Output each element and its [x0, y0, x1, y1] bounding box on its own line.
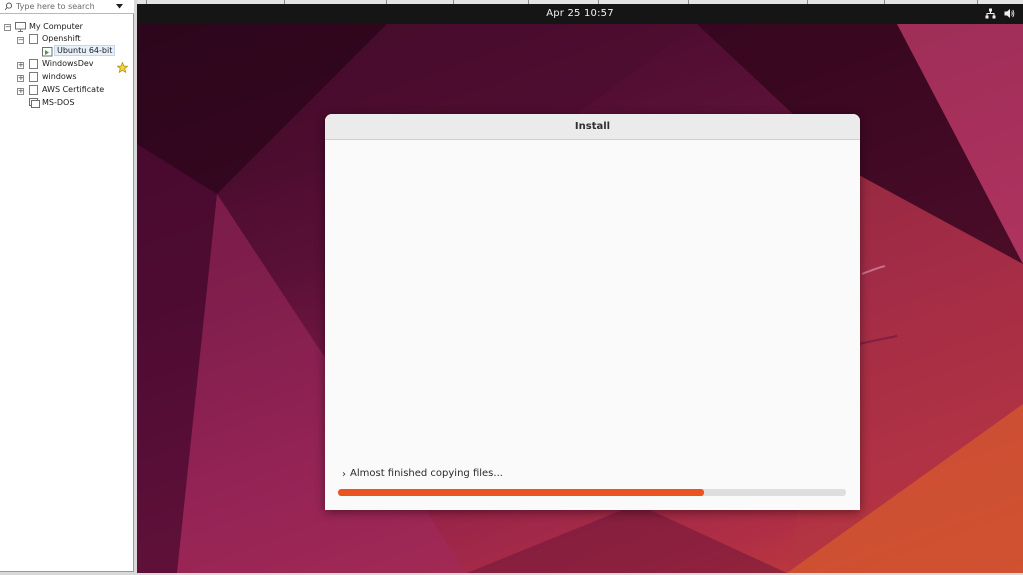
tree-label: Ubuntu 64-bit [54, 45, 116, 56]
status-expander[interactable]: › Almost finished copying files... [342, 468, 503, 480]
vm-folder-icon [29, 34, 38, 44]
favorite-star-icon[interactable] [116, 58, 129, 77]
search-dropdown-arrow-icon[interactable] [112, 4, 126, 9]
expand-toggle-icon[interactable]: + [17, 62, 24, 69]
library-search-input[interactable] [16, 0, 112, 13]
tree-label: AWS Certificate [42, 85, 105, 94]
library-search-bar [0, 0, 134, 14]
tree-label: windows [42, 72, 77, 81]
vm-folder-icon [29, 85, 38, 95]
ubuntu-desktop-wallpaper: Install › Almost finished copying files.… [137, 24, 1023, 573]
install-progress-fill [338, 489, 704, 496]
status-text: Almost finished copying files... [350, 468, 503, 479]
vm-folder-icon [29, 72, 38, 82]
tree-label: My Computer [29, 22, 83, 31]
search-icon [0, 2, 16, 11]
install-window-header[interactable]: Install [325, 114, 860, 140]
tree-item-my-computer[interactable]: − My Computer [0, 21, 134, 33]
vm-icon [29, 98, 40, 110]
system-tray[interactable] [985, 8, 1015, 22]
volume-icon[interactable] [1004, 8, 1015, 22]
install-window-title: Install [574, 121, 611, 132]
tree-item-openshift[interactable]: − Openshift [0, 33, 134, 45]
tree-item-ms-dos[interactable]: MS-DOS [0, 97, 134, 109]
chevron-right-icon: › [342, 469, 346, 480]
expand-toggle-icon[interactable]: + [17, 88, 24, 95]
collapse-toggle-icon[interactable]: − [17, 37, 24, 44]
tree-label: Openshift [42, 34, 81, 43]
collapse-toggle-icon[interactable]: − [4, 24, 11, 31]
tree-item-windowsdev[interactable]: + WindowsDev [0, 58, 134, 70]
install-progress-bar [338, 489, 846, 496]
tree-label: MS-DOS [42, 98, 75, 107]
expand-toggle-icon[interactable]: + [17, 75, 24, 82]
vm-console[interactable]: Apr 25 10:57 Install › Almost finished c… [137, 0, 1023, 575]
tree-item-windows[interactable]: + windows [0, 71, 134, 83]
clock[interactable]: Apr 25 10:57 [137, 8, 1023, 19]
vm-folder-icon [29, 59, 38, 69]
install-window[interactable]: Install › Almost finished copying files.… [325, 114, 860, 510]
tree-item-aws-certificate[interactable]: + AWS Certificate [0, 84, 134, 96]
tree-item-ubuntu-64-bit[interactable]: Ubuntu 64-bit [0, 45, 134, 57]
network-icon[interactable] [985, 8, 996, 22]
library-pane: − My Computer − Openshift Ubuntu 64-bit … [0, 0, 134, 572]
gnome-top-bar: Apr 25 10:57 [137, 4, 1023, 24]
tree-label: WindowsDev [42, 59, 94, 68]
